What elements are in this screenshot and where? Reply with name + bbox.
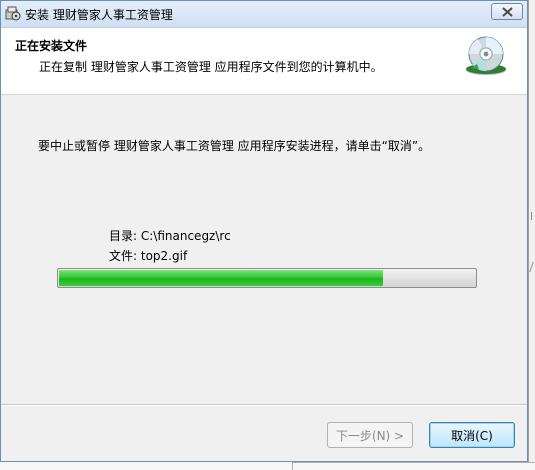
directory-value: C:\financegz\rc [140,229,231,243]
background-line [292,462,293,470]
close-icon [502,7,513,17]
next-button[interactable]: 下一步(N) > [327,422,413,448]
title-bar[interactable]: 安装 理财管家人事工资管理 [1,1,527,28]
cancel-button[interactable]: 取消(C) [429,422,515,448]
file-label: 文件: [109,249,138,263]
file-info: 文件: top2.gif [109,247,187,264]
directory-info: 目录: C:\financegz\rc [109,227,231,244]
background-window-edge [528,0,535,470]
background-mark [531,212,535,220]
close-button[interactable] [491,3,523,20]
cd-disc-icon [463,34,509,78]
page-title: 正在安装文件 [15,39,88,53]
background-mark [529,262,535,272]
background-window-bottom [0,462,535,470]
file-value: top2.gif [140,249,188,263]
directory-label: 目录: [109,229,138,243]
cancel-instruction-text: 要中止或暂停 理财管家人事工资管理 应用程序安装进程，请单击“取消”。 [38,139,431,153]
header-panel: 正在安装文件 正在复制 理财管家人事工资管理 应用程序文件到您的计算机中。 [1,28,527,95]
install-progress-bar [57,268,477,288]
window-title: 安装 理财管家人事工资管理 [25,8,173,22]
footer-divider [1,404,527,405]
progress-fill [59,270,383,286]
installer-window: 安装 理财管家人事工资管理 正在安装文件 正在复制 理财管家人事工资管理 应用程… [0,0,528,462]
background-line [292,462,535,463]
installer-app-icon [5,5,21,21]
page-subtitle: 正在复制 理财管家人事工资管理 应用程序文件到您的计算机中。 [39,60,383,74]
